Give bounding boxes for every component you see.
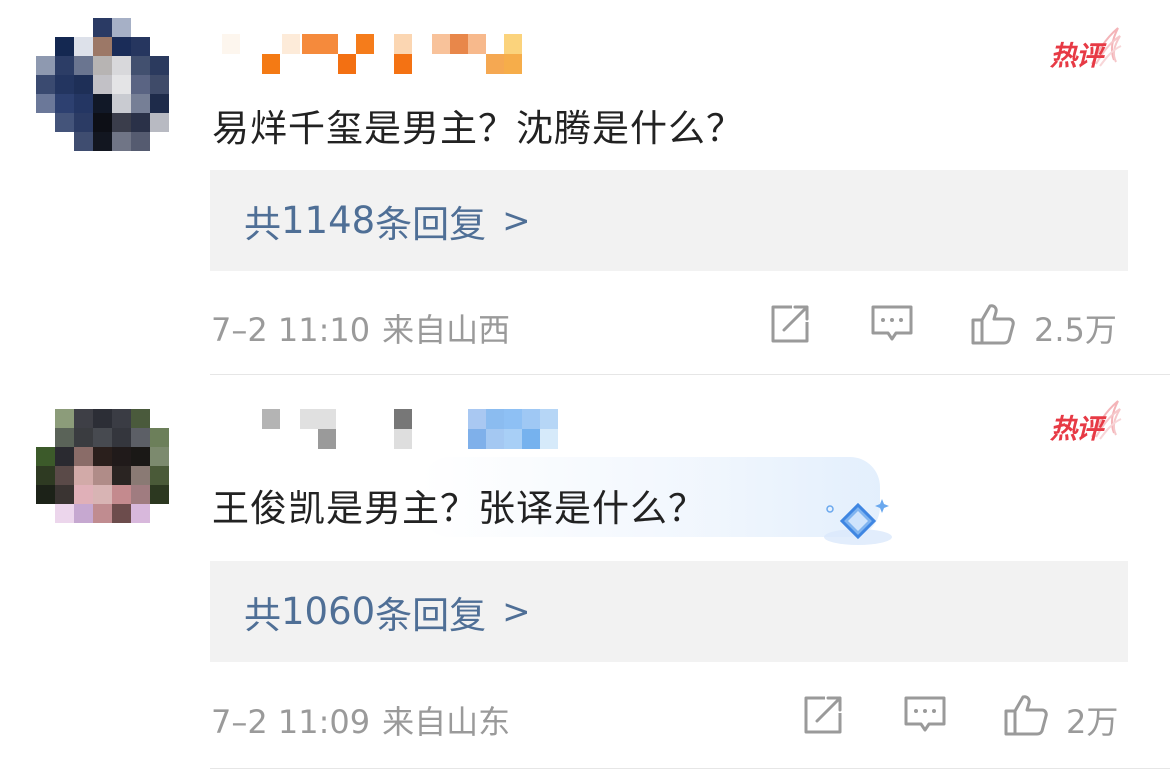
reply-suffix: 条回复 [375, 202, 487, 246]
comment-time: 7–2 11:09 [211, 703, 371, 741]
reply-count: 1148 [281, 199, 376, 242]
avatar[interactable] [36, 18, 169, 151]
like-button[interactable] [970, 302, 1015, 346]
comment-text: 易烊千玺是男主？沈腾是什么？ [212, 107, 744, 150]
comment-bubble-icon [904, 696, 946, 732]
comment-meta: 7–2 11:09 来自山东 [211, 697, 510, 743]
thumbs-up-icon [1004, 695, 1048, 736]
like-count: 2万 [1066, 703, 1119, 741]
hot-comment-badge: 热评 [1048, 24, 1122, 72]
username-blurred[interactable] [222, 34, 642, 74]
repost-button[interactable] [768, 302, 812, 346]
avatar[interactable] [36, 409, 169, 541]
diamond-sparkle-icon [824, 499, 892, 545]
like-button[interactable] [1003, 693, 1048, 737]
view-replies-link[interactable]: 共 1060 条回复 > [244, 585, 531, 639]
hot-badge-label: 热评 [1050, 414, 1103, 445]
reply-prefix: 共 [244, 593, 281, 637]
comment-item: 热评 易烊千玺是男主？沈腾是什么？ 共 1148 条回复 > 7–2 11:10… [0, 0, 1170, 375]
hot-badge-label: 热评 [1050, 41, 1103, 72]
thumbs-up-icon [971, 304, 1015, 345]
comment-button[interactable] [870, 302, 914, 346]
reply-summary-box[interactable]: 共 1060 条回复 > [210, 561, 1128, 662]
share-square-icon [771, 305, 809, 343]
comment-location: 来自山东 [382, 703, 511, 741]
reply-summary-box[interactable]: 共 1148 条回复 > [210, 170, 1128, 271]
comment-button[interactable] [903, 693, 947, 737]
like-count: 2.5万 [1034, 311, 1117, 349]
share-square-icon [804, 696, 842, 734]
username-blurred[interactable] [222, 407, 642, 449]
hot-comment-badge: 热评 [1048, 397, 1122, 445]
view-replies-link[interactable]: 共 1148 条回复 > [244, 194, 531, 248]
reply-prefix: 共 [244, 202, 281, 246]
comment-item: 热评 王俊凯是男主？张译是什么？ 共 1060 条回复 > 7–2 11:09 来… [0, 375, 1170, 769]
comment-meta: 7–2 11:10 来自山西 [211, 305, 510, 351]
repost-button[interactable] [801, 693, 845, 737]
comment-text: 王俊凯是男主？张译是什么？ [212, 487, 706, 530]
chevron-right-icon: > [502, 591, 531, 632]
comment-bubble-icon [871, 305, 913, 341]
chevron-right-icon: > [502, 200, 531, 241]
comment-time: 7–2 11:10 [211, 311, 371, 349]
reply-suffix: 条回复 [375, 593, 487, 637]
reply-count: 1060 [281, 590, 376, 633]
comment-location: 来自山西 [382, 311, 511, 349]
